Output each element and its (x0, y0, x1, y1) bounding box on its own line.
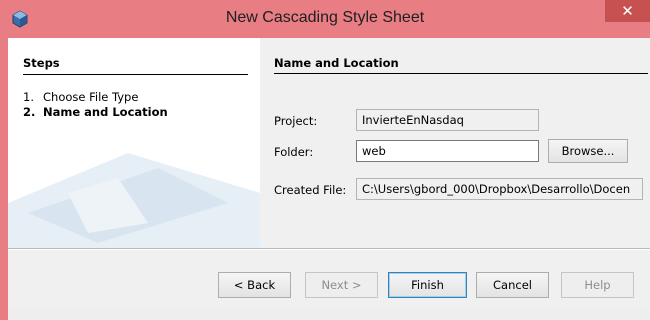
dialog-window: New Cascading Style Sheet ✕ Steps 1. Choo… (0, 0, 650, 320)
dialog-client-area: Steps 1. Choose File Type 2. Name and Loca… (8, 38, 650, 320)
window-title: New Cascading Style Sheet (225, 9, 425, 26)
next-button[interactable]: Next > (305, 272, 378, 298)
section-divider (274, 73, 648, 74)
step-item-name-and-location: 2. Name and Location (23, 105, 168, 119)
steps-divider (23, 74, 248, 75)
folder-label: Folder: (274, 145, 314, 159)
browse-button[interactable]: Browse... (548, 139, 628, 163)
footer-divider-highlight (8, 249, 650, 250)
steps-heading: Steps (23, 56, 60, 70)
step-label: Choose File Type (43, 90, 139, 104)
close-button[interactable]: ✕ (605, 0, 650, 22)
close-icon: ✕ (621, 2, 634, 20)
created-file-label: Created File: (274, 183, 347, 197)
browse-label: Browse... (561, 144, 615, 158)
back-button[interactable]: < Back (218, 272, 291, 298)
help-button[interactable]: Help (561, 272, 634, 298)
created-file-field[interactable]: C:\Users\gbord_000\Dropbox\Desarrollo\Do… (356, 178, 643, 200)
folder-input[interactable]: web (356, 140, 539, 162)
step-number: 2. (23, 105, 36, 119)
finish-button[interactable]: Finish (388, 272, 467, 298)
cancel-button[interactable]: Cancel (476, 272, 549, 298)
step-item-choose-file-type: 1. Choose File Type (23, 90, 138, 104)
title-bar[interactable]: New Cascading Style Sheet ✕ (0, 0, 650, 38)
step-number: 1. (23, 90, 34, 104)
section-title: Name and Location (274, 56, 399, 70)
project-field[interactable]: InvierteEnNasdaq (356, 109, 539, 131)
steps-panel: Steps 1. Choose File Type 2. Name and Loca… (8, 38, 260, 248)
footer-strip (8, 308, 650, 320)
steps-background-graphic (8, 153, 260, 248)
project-label: Project: (274, 114, 318, 128)
step-label: Name and Location (43, 105, 168, 119)
